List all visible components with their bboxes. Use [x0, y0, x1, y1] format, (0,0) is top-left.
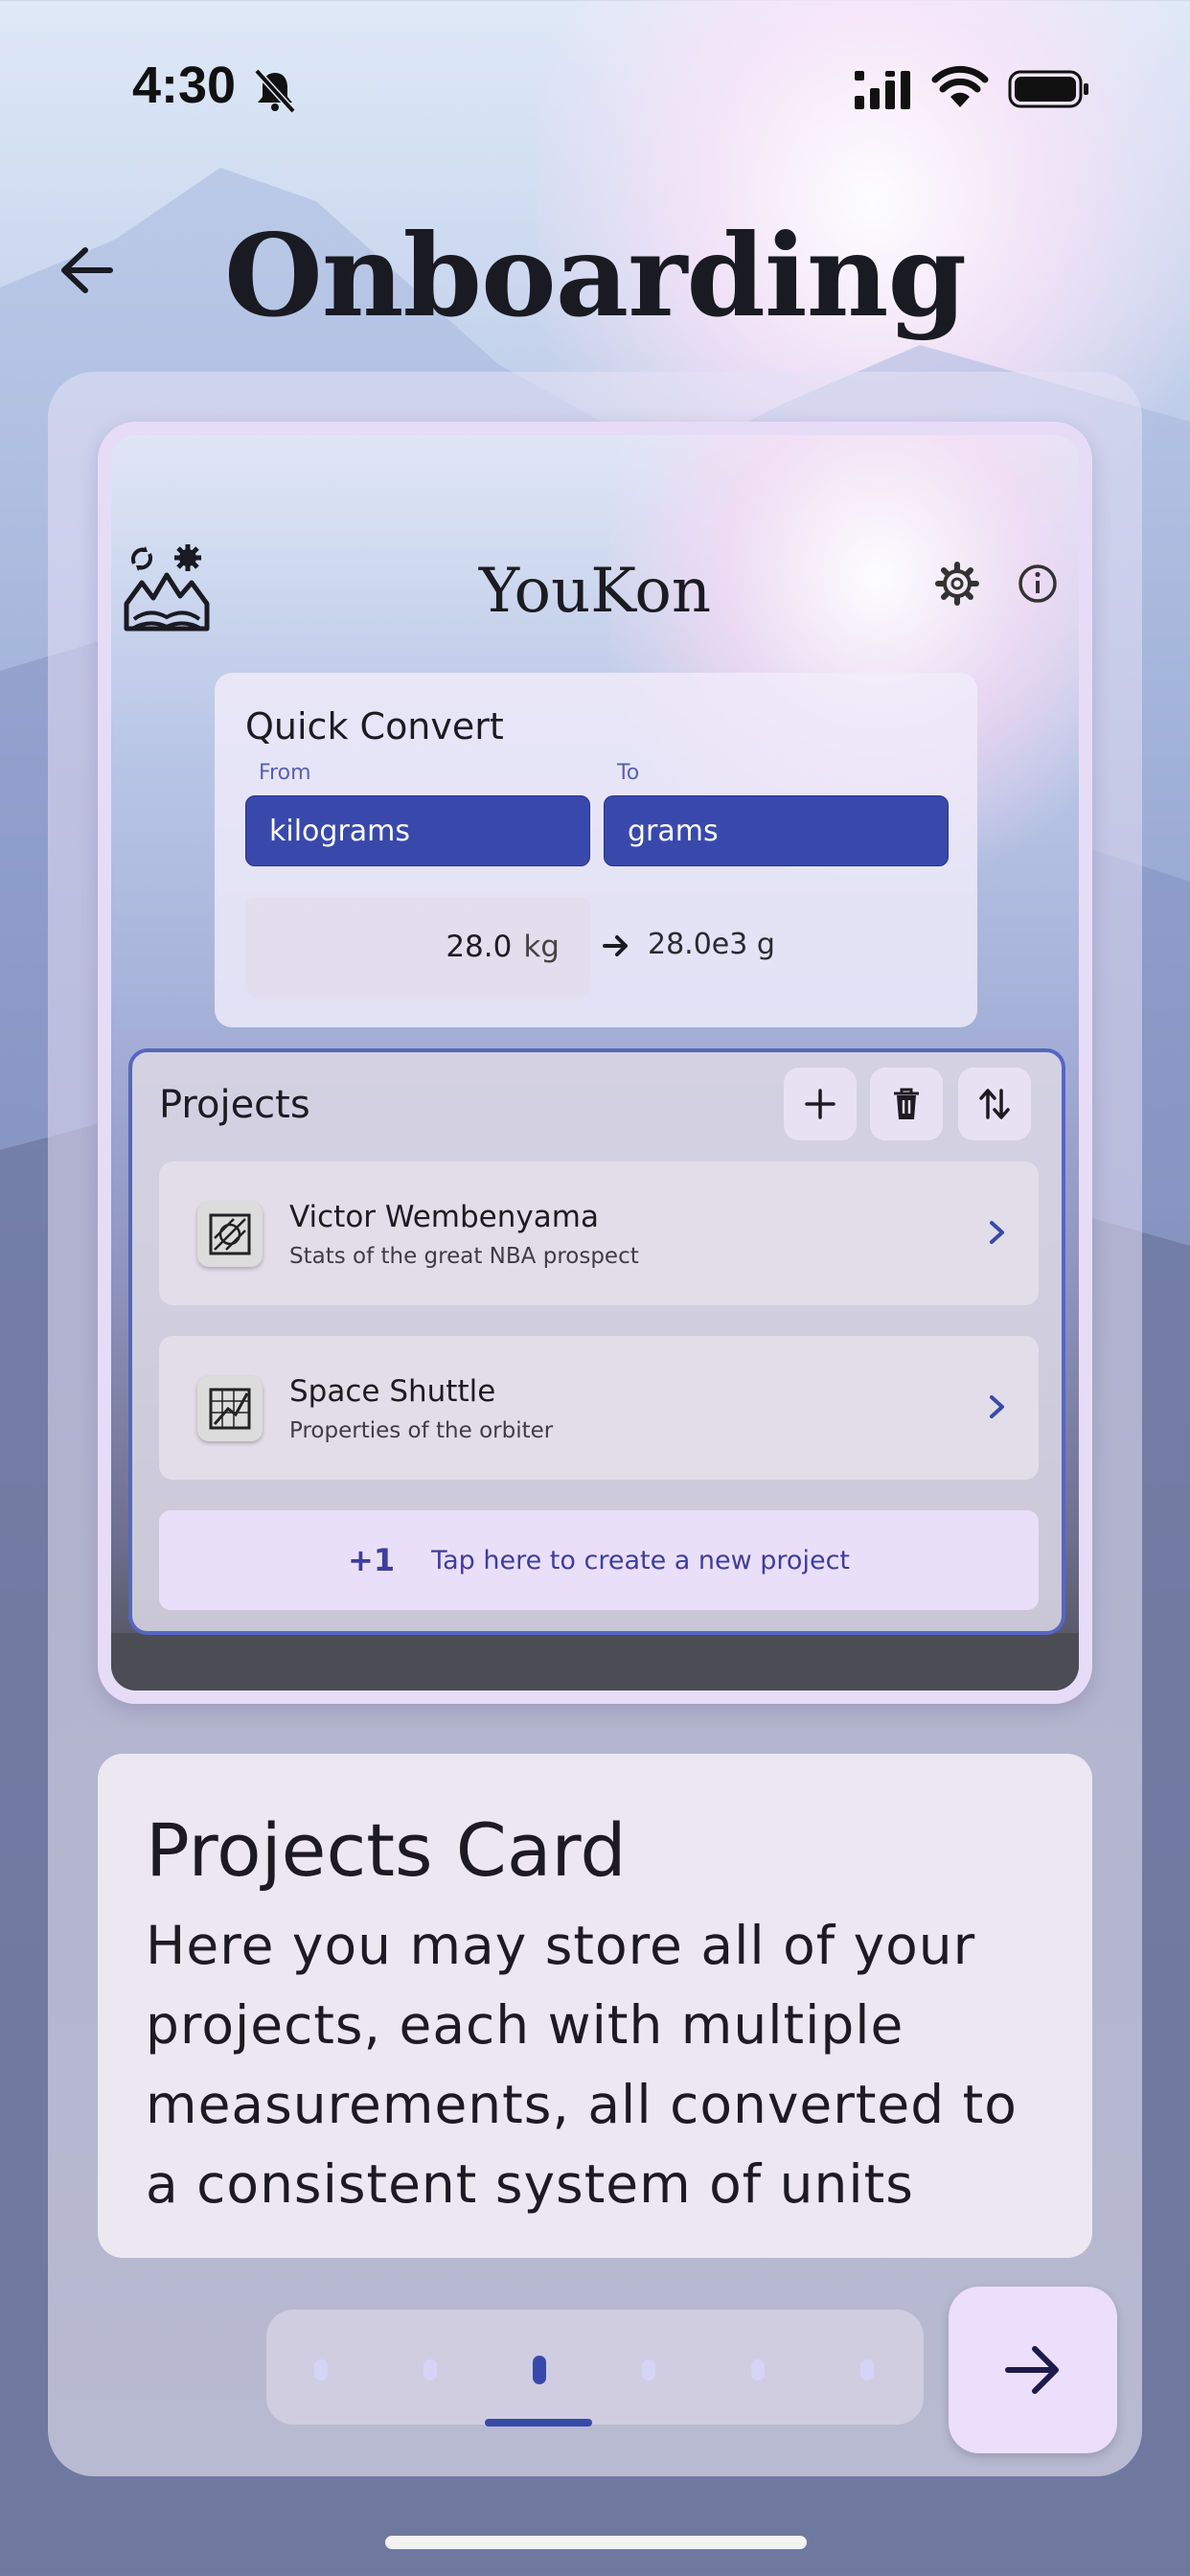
- project-description: Properties of the orbiter: [289, 1418, 554, 1443]
- to-label: To: [617, 761, 640, 785]
- chevron-right-icon: [990, 1395, 1004, 1418]
- add-icon: [805, 1089, 835, 1119]
- conversion-result: 28.0e3 g: [648, 928, 775, 961]
- page-dot-active[interactable]: [533, 2356, 546, 2384]
- page-dot[interactable]: [751, 2359, 765, 2380]
- next-button[interactable]: [949, 2287, 1117, 2453]
- project-description: Stats of the great NBA prospect: [289, 1244, 639, 1269]
- signal-icon: [855, 71, 910, 109]
- status-bar: 4:30: [0, 0, 1190, 172]
- preview-bottom-bar: [111, 1633, 1079, 1690]
- create-project-button[interactable]: +1 Tap here to create a new project: [159, 1510, 1039, 1610]
- add-project-button[interactable]: [784, 1068, 857, 1140]
- page-indicator[interactable]: [266, 2310, 924, 2426]
- info-icon[interactable]: [1016, 562, 1060, 606]
- from-unit-value: kilograms: [269, 814, 411, 848]
- description-title: Projects Card: [146, 1807, 627, 1893]
- sort-icon: [979, 1089, 1010, 1119]
- from-label: From: [259, 761, 311, 785]
- value-input[interactable]: 28.0 kg: [245, 897, 590, 997]
- from-unit-select[interactable]: kilograms: [245, 795, 590, 866]
- page-dot[interactable]: [860, 2359, 874, 2380]
- project-drawing-icon: [197, 1202, 263, 1267]
- description-card: Projects Card Here you may store all of …: [98, 1754, 1092, 2258]
- quick-convert-title: Quick Convert: [245, 705, 504, 748]
- arrow-right-icon: [1005, 2346, 1059, 2394]
- project-row[interactable]: Space Shuttle Properties of the orbiter: [159, 1336, 1039, 1480]
- page-dot[interactable]: [314, 2359, 328, 2380]
- to-unit-value: grams: [628, 814, 719, 848]
- description-body: Here you may store all of your projects,…: [146, 1915, 1018, 2215]
- project-name: Victor Wembenyama: [289, 1200, 599, 1234]
- settings-icon[interactable]: [935, 562, 979, 606]
- chevron-right-icon: [990, 1221, 1004, 1244]
- arrow-right-small-icon: [603, 935, 628, 956]
- input-unit: kg: [523, 930, 560, 964]
- delete-project-button[interactable]: [870, 1068, 943, 1140]
- project-row[interactable]: Victor Wembenyama Stats of the great NBA…: [159, 1162, 1039, 1305]
- page-title: Onboarding: [223, 209, 967, 342]
- page-dot[interactable]: [642, 2359, 655, 2380]
- input-value: 28.0: [446, 930, 513, 964]
- trash-icon: [894, 1088, 919, 1119]
- project-chart-icon: [197, 1376, 263, 1441]
- plus-one-label: +1: [348, 1542, 396, 1578]
- project-name: Space Shuttle: [289, 1374, 496, 1409]
- battery-icon: [1008, 70, 1088, 108]
- wifi-icon: [931, 65, 989, 107]
- app-preview-frame: YouKon Quick Convert From To kilograms g…: [98, 422, 1092, 1704]
- create-project-label: Tap here to create a new project: [431, 1545, 850, 1576]
- active-page-underline: [485, 2419, 592, 2426]
- quick-convert-card: Quick Convert From To kilograms grams 28…: [215, 673, 977, 1027]
- app-preview-screen: YouKon Quick Convert From To kilograms g…: [111, 435, 1079, 1690]
- home-indicator[interactable]: [385, 2536, 807, 2549]
- app-name: YouKon: [478, 556, 712, 627]
- sort-projects-button[interactable]: [958, 1068, 1031, 1140]
- status-time: 4:30: [132, 57, 237, 114]
- page-dot[interactable]: [423, 2359, 437, 2380]
- bell-off-icon: [254, 68, 296, 113]
- projects-card: Projects Victor Wembenyama Stats of the …: [128, 1048, 1065, 1635]
- to-unit-select[interactable]: grams: [604, 795, 949, 866]
- projects-title: Projects: [159, 1083, 310, 1127]
